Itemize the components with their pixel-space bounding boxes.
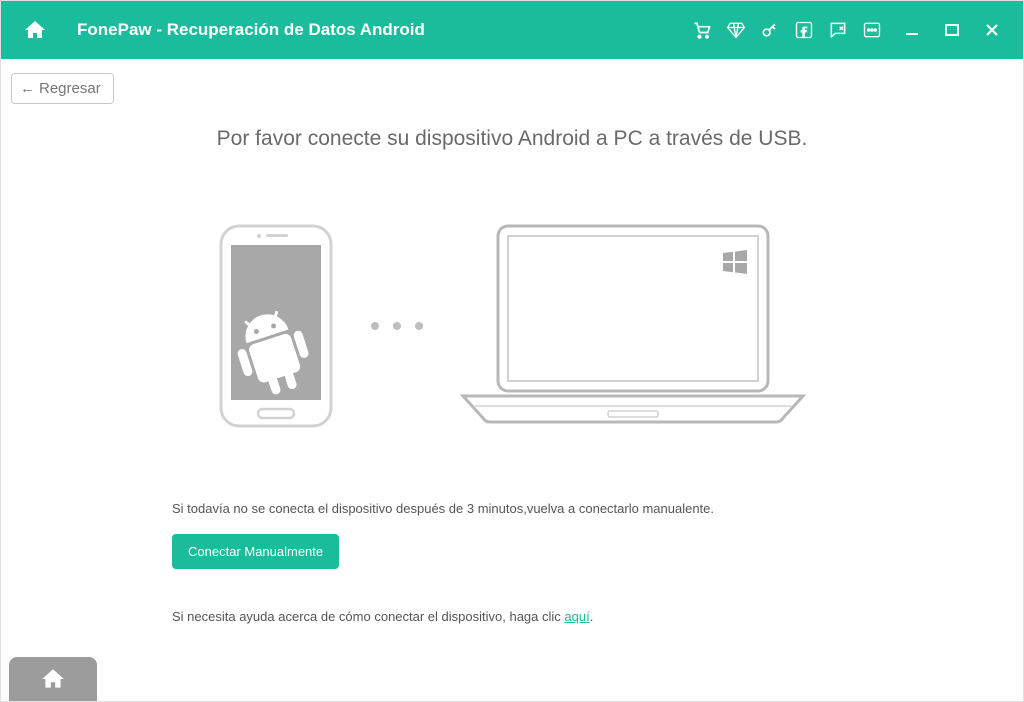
footer-home-button[interactable]: [9, 657, 97, 701]
facebook-icon[interactable]: [793, 19, 815, 41]
arrow-left-icon: ←: [20, 80, 35, 97]
connection-dots: [371, 322, 423, 330]
feedback-icon[interactable]: [827, 19, 849, 41]
cart-icon[interactable]: [691, 19, 713, 41]
menu-icon[interactable]: [861, 19, 883, 41]
home-icon[interactable]: [21, 16, 49, 44]
titlebar: FonePaw - Recuperación de Datos Android: [1, 1, 1023, 59]
minimize-button[interactable]: [901, 19, 923, 41]
help-suffix: .: [590, 609, 594, 624]
laptop-illustration: [453, 221, 813, 431]
not-connected-hint: Si todavía no se conecta el dispositivo …: [172, 501, 852, 516]
help-prefix: Si necesita ayuda acerca de cómo conecta…: [172, 609, 564, 624]
phone-illustration: [211, 221, 341, 431]
maximize-button[interactable]: [941, 19, 963, 41]
close-button[interactable]: [981, 19, 1003, 41]
bottom-block: Si todavía no se conecta el dispositivo …: [172, 501, 852, 624]
connection-illustration: [1, 221, 1023, 431]
key-icon[interactable]: [759, 19, 781, 41]
help-link[interactable]: aquí: [564, 609, 589, 624]
back-button-label: Regresar: [39, 80, 101, 97]
main-content: Por favor conecte su dispositivo Android…: [1, 59, 1023, 624]
home-icon: [40, 666, 66, 692]
diamond-icon[interactable]: [725, 19, 747, 41]
titlebar-actions: [691, 19, 1003, 41]
instruction-text: Por favor conecte su dispositivo Android…: [1, 127, 1023, 151]
app-title: FonePaw - Recuperación de Datos Android: [77, 20, 425, 40]
back-button[interactable]: ← Regresar: [11, 73, 114, 104]
help-line: Si necesita ayuda acerca de cómo conecta…: [172, 609, 852, 624]
connect-manually-button[interactable]: Conectar Manualmente: [172, 534, 339, 569]
